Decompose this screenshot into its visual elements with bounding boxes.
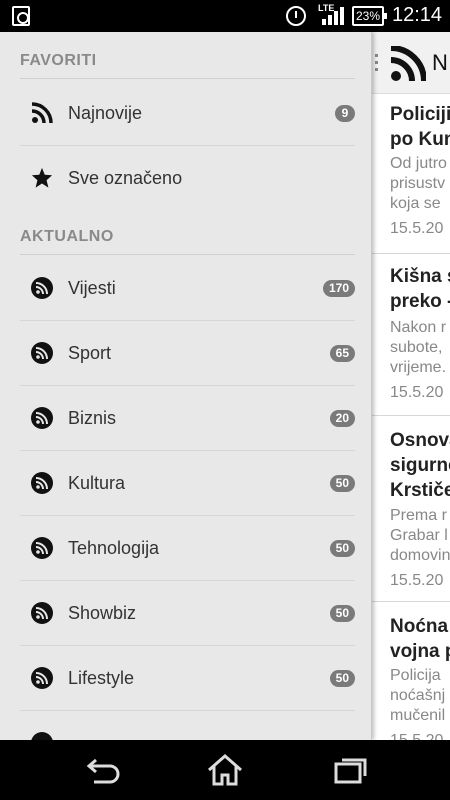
alarm-icon [286, 6, 306, 26]
rss-circle-icon [31, 667, 53, 689]
drawer-item-label: Lifestyle [68, 668, 135, 688]
drawer-item-partial[interactable] [20, 711, 355, 740]
count-badge: 20 [329, 410, 355, 427]
count-badge: 50 [329, 605, 355, 622]
article-summary: domovin [390, 547, 450, 564]
article-title: Osnova [390, 430, 450, 451]
article-summary: subote, [390, 339, 443, 356]
count-badge: 50 [329, 475, 355, 492]
article-item[interactable]: Policiji po Kum Od jutro prisustv koja s… [372, 94, 450, 254]
article-title: Noćna [390, 616, 449, 637]
article-item[interactable]: Osnova sigurno Krstiče Prema r Grabar l … [372, 416, 450, 602]
drawer-item-tehnologija[interactable]: Tehnologija 50 [20, 516, 355, 581]
drawer-item-biznis[interactable]: Biznis 20 [20, 386, 355, 451]
count-badge: 50 [329, 540, 355, 557]
star-icon [31, 167, 53, 188]
article-summary: Prema r [390, 507, 447, 524]
rss-circle-icon [31, 602, 53, 624]
article-title: Policiji [390, 104, 450, 125]
drawer-item-najnovije[interactable]: Najnovije 9 [20, 81, 355, 146]
drawer-item-label: Kultura [68, 473, 126, 493]
article-item[interactable]: Kišna s preko - Nakon r subote, vrijeme.… [372, 254, 450, 416]
sync-icon [12, 6, 30, 26]
drawer-indicator-icon[interactable] [375, 54, 378, 72]
article-list-pane: N Policiji po Kum Od jutro prisustv koja… [372, 32, 450, 740]
count-badge: 9 [335, 105, 355, 122]
drawer-item-showbiz[interactable]: Showbiz 50 [20, 581, 355, 646]
rss-icon [390, 46, 426, 82]
article-title: sigurno [390, 455, 450, 476]
article-title: Kišna s [390, 266, 450, 287]
drawer-item-label: Showbiz [68, 603, 137, 623]
article-summary: Grabar l [390, 527, 448, 544]
article-summary: Policija [390, 667, 441, 684]
article-summary: noćašnj [390, 687, 446, 704]
rss-icon [31, 102, 53, 124]
system-navigation-bar [0, 740, 450, 800]
drawer-item-lifestyle[interactable]: Lifestyle 50 [20, 646, 355, 711]
article-title: po Kum [390, 129, 450, 150]
article-summary: mučenil [390, 707, 446, 724]
drawer-item-sve-oznaceno[interactable]: Sve označeno [20, 146, 355, 211]
home-icon[interactable] [205, 752, 245, 788]
drawer-item-label: Biznis [68, 408, 117, 428]
article-date: 15.5.20 [390, 220, 444, 237]
navigation-drawer: FAVORITI Najnovije 9 Sve označeno AKTUAL… [0, 32, 372, 740]
section-header-current: AKTUALNO [20, 228, 114, 245]
section-header-favorites: FAVORITI [20, 52, 97, 69]
article-summary: Nakon r [390, 319, 447, 336]
rss-circle-icon [31, 277, 53, 299]
drawer-item-sport[interactable]: Sport 65 [20, 321, 355, 386]
drawer-item-label: Tehnologija [68, 538, 160, 558]
rss-circle-icon [31, 537, 53, 559]
drawer-item-vijesti[interactable]: Vijesti 170 [20, 256, 355, 321]
rss-circle-icon [31, 472, 53, 494]
count-badge: 50 [329, 670, 355, 687]
drawer-item-kultura[interactable]: Kultura 50 [20, 451, 355, 516]
article-date: 15.5.20 [390, 572, 444, 589]
article-title: vojna p [390, 641, 450, 662]
app-bar: N [372, 32, 450, 94]
drawer-item-label: Sve označeno [68, 168, 183, 188]
rss-circle-icon [31, 407, 53, 429]
signal-icon [322, 7, 346, 25]
drawer-item-label: Vijesti [68, 278, 116, 298]
article-title: Krstiče [390, 480, 450, 501]
count-badge: 65 [329, 345, 355, 362]
drawer-item-label: Sport [68, 343, 112, 363]
recents-icon[interactable] [330, 752, 370, 788]
article-item[interactable]: Noćna vojna p Policija noćašnj mučenil 1… [372, 602, 450, 740]
rss-circle-icon [31, 342, 53, 364]
app-bar-title: N [432, 50, 448, 75]
article-title: preko - [390, 291, 450, 312]
divider [20, 78, 355, 79]
count-badge: 170 [322, 280, 355, 297]
article-date: 15.5.20 [390, 384, 444, 401]
article-summary: vrijeme. [390, 359, 447, 376]
back-icon[interactable] [82, 752, 122, 788]
article-summary: Od jutro [390, 155, 447, 172]
rss-circle-icon [31, 732, 53, 740]
article-summary: koja se [390, 195, 441, 212]
status-bar: LTE 23% 12:14 [0, 0, 450, 32]
divider [20, 254, 355, 255]
article-summary: prisustv [390, 175, 446, 192]
clock: 12:14 [392, 4, 443, 26]
article-date: 15.5.20 [390, 732, 443, 740]
drawer-item-label: Najnovije [68, 103, 143, 123]
battery-indicator: 23% [352, 6, 387, 26]
